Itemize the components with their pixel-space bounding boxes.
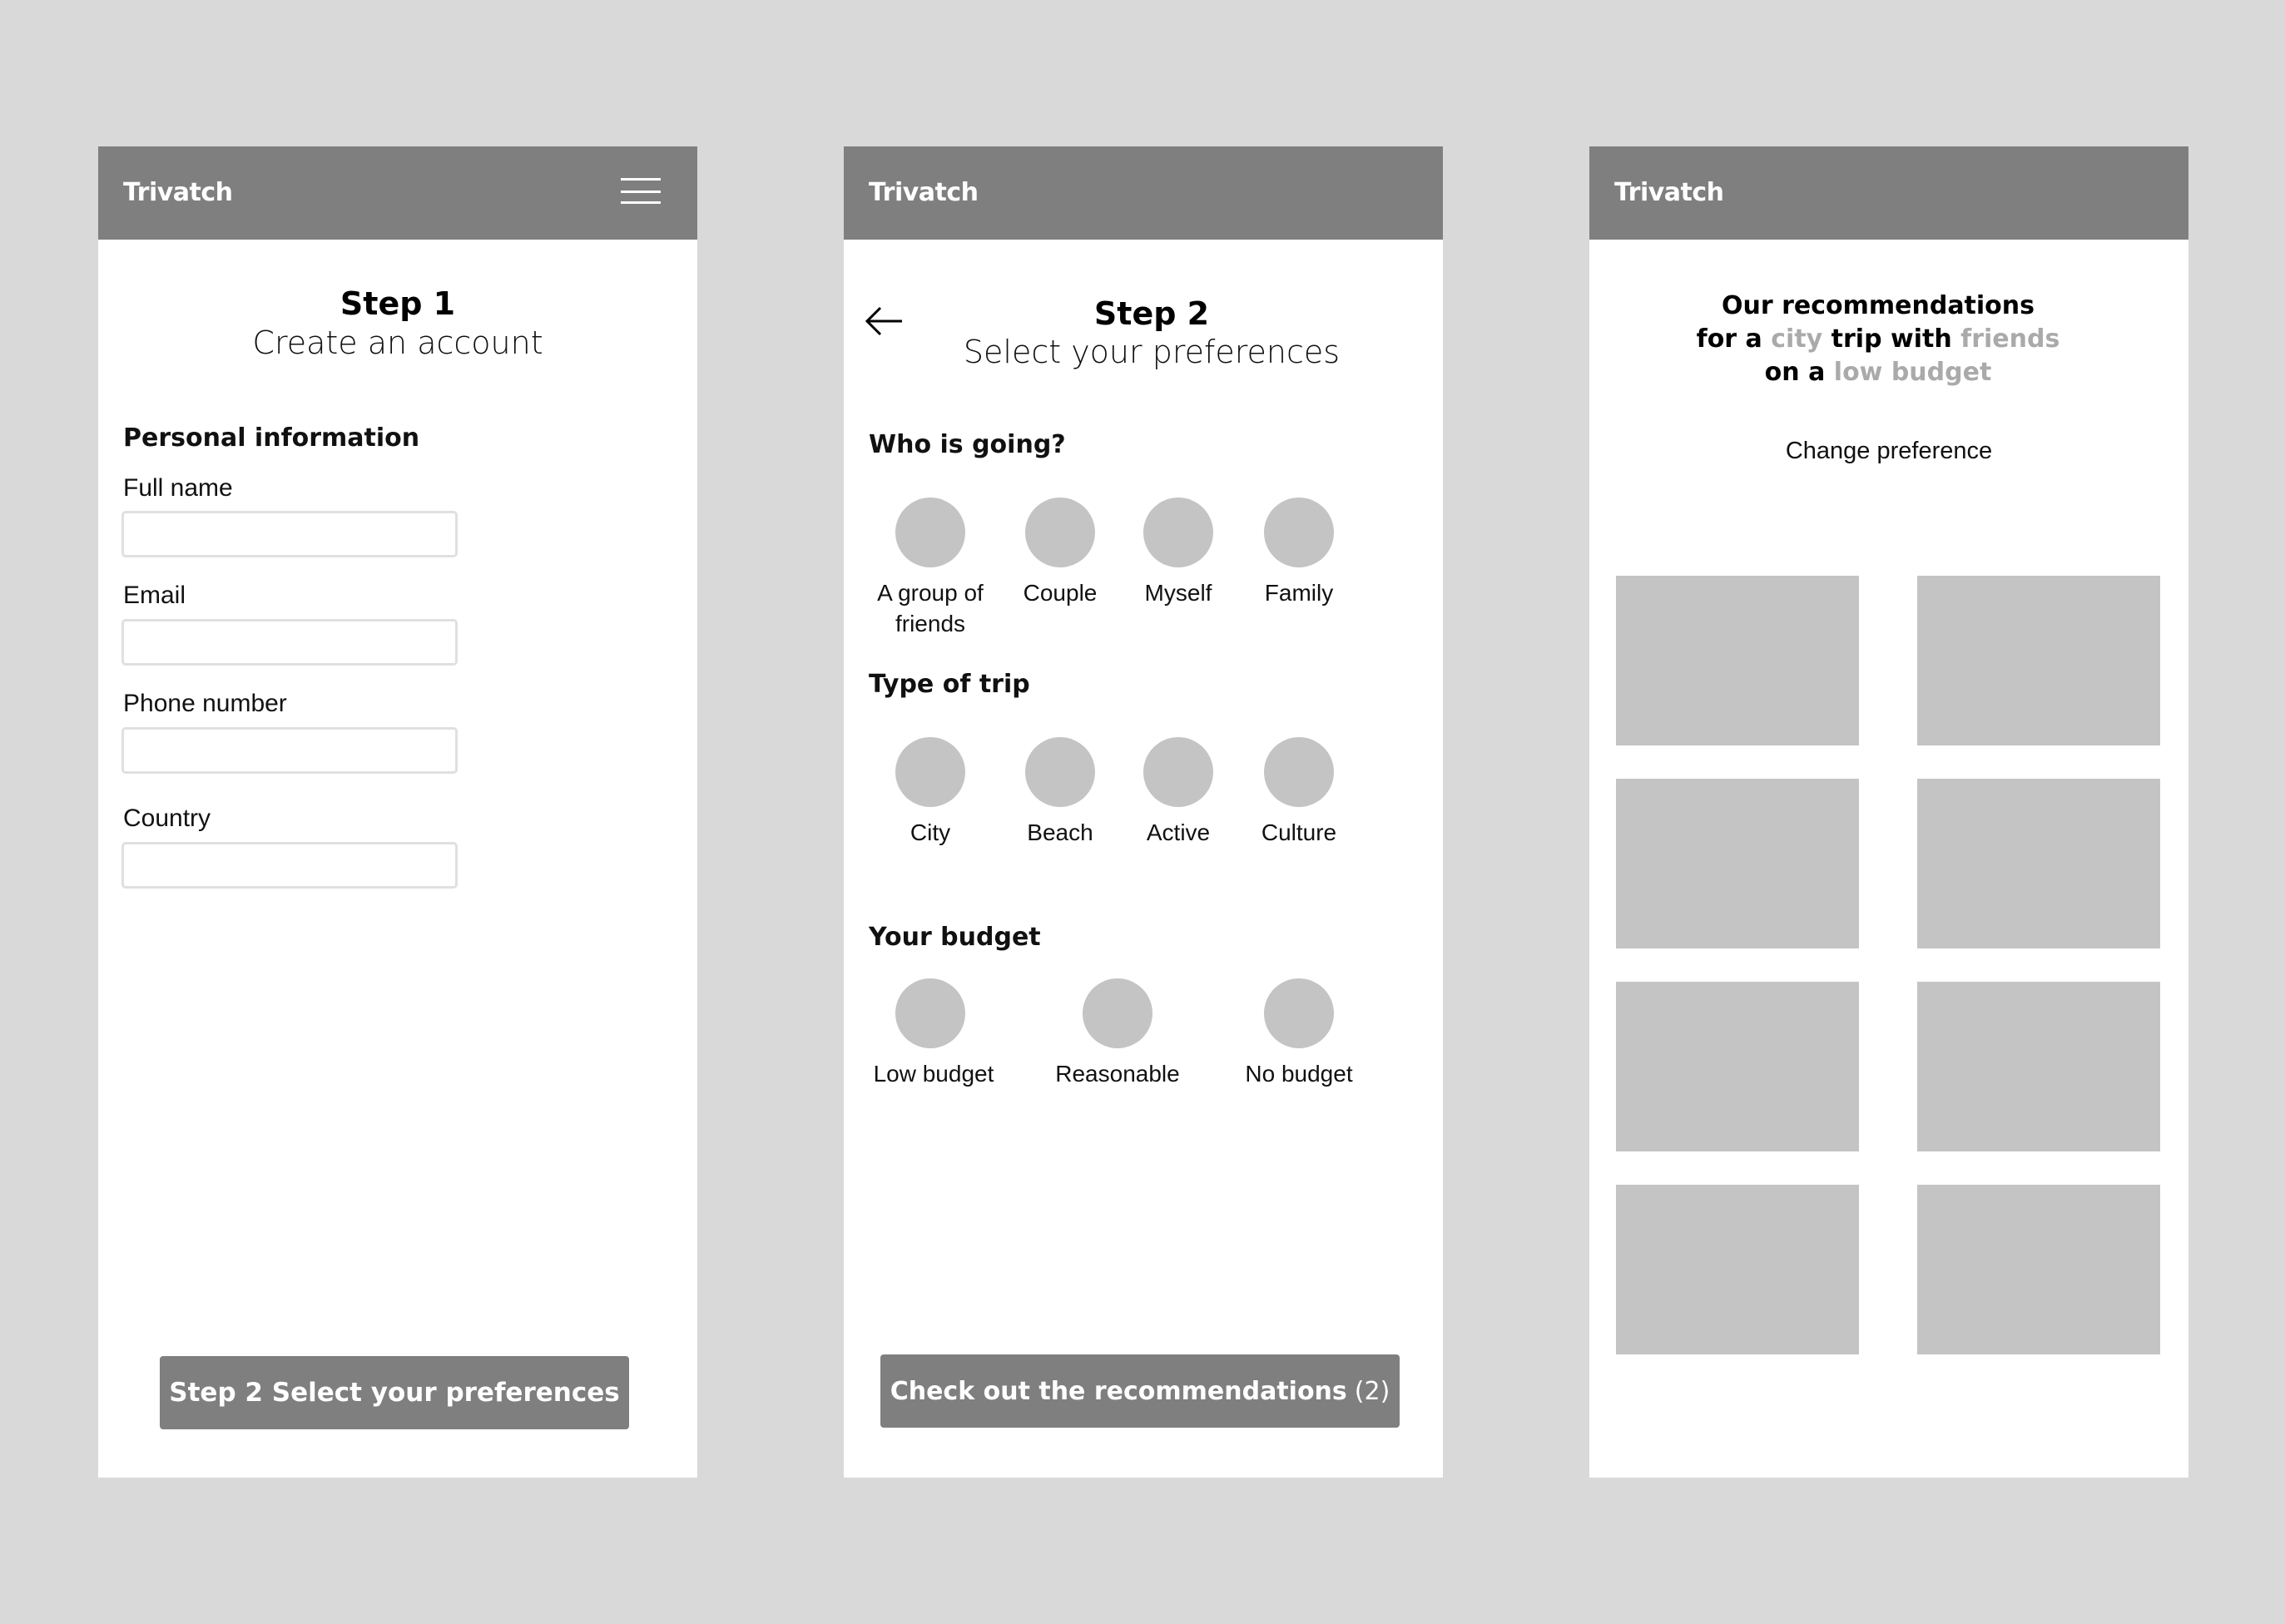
option-group-of-friends[interactable]: A group of friends <box>855 498 1005 639</box>
company-highlight: friends <box>1960 324 2060 354</box>
option-city[interactable]: City <box>855 737 1005 848</box>
button-label: Step 2 Select your preferences <box>169 1378 620 1408</box>
option-reasonable[interactable]: Reasonable <box>1043 978 1192 1089</box>
heading-text: for a <box>1696 324 1762 354</box>
recommendation-card[interactable] <box>1917 982 2160 1151</box>
step-subtitle: Create an account <box>252 324 543 361</box>
app-header: Trivatch <box>844 146 1443 240</box>
option-image-placeholder <box>895 737 965 807</box>
phone-number-label: Phone number <box>123 690 287 717</box>
option-label: No budget <box>1245 1061 1353 1087</box>
budget-highlight: low budget <box>1833 358 1992 387</box>
full-name-label: Full name <box>123 474 233 502</box>
heading-text: trip with <box>1831 324 1952 354</box>
app-header: Trivatch <box>1589 146 2188 240</box>
app-header: Trivatch <box>98 146 697 240</box>
email-label: Email <box>123 582 186 609</box>
recommendation-card[interactable] <box>1917 779 2160 948</box>
option-culture[interactable]: Culture <box>1224 737 1374 848</box>
hamburger-menu-icon[interactable] <box>621 176 661 206</box>
country-input[interactable] <box>121 842 458 889</box>
country-label: Country <box>123 805 211 832</box>
heading-line-1: Our recommendations <box>1721 291 2035 320</box>
option-image-placeholder <box>895 498 965 567</box>
recommendation-card[interactable] <box>1616 1185 1859 1354</box>
option-image-placeholder <box>1025 498 1095 567</box>
heading-line-3: on a low budget <box>1589 356 2167 389</box>
option-label: Culture <box>1261 819 1337 845</box>
option-no-budget[interactable]: No budget <box>1224 978 1374 1089</box>
phone-number-input[interactable] <box>121 727 458 774</box>
option-image-placeholder <box>1264 498 1334 567</box>
selection-count: (2) <box>1354 1376 1390 1406</box>
option-label: Family <box>1264 580 1334 606</box>
step-subtitle: Select your preferences <box>963 334 1341 370</box>
full-name-input[interactable] <box>121 511 458 557</box>
option-image-placeholder <box>1264 737 1334 807</box>
recommendation-card[interactable] <box>1616 779 1859 948</box>
change-preference-link[interactable]: Change preference <box>1589 436 2188 466</box>
screen-select-preferences: Trivatch Step 2 Select your preferences … <box>844 146 1443 1478</box>
brand-logo[interactable]: Trivatch <box>123 178 233 208</box>
trip-type-highlight: city <box>1771 324 1823 354</box>
recommendation-card[interactable] <box>1616 982 1859 1151</box>
option-image-placeholder <box>1264 978 1334 1048</box>
brand-logo[interactable]: Trivatch <box>1614 178 1724 208</box>
recommendations-heading: Our recommendations for a city trip with… <box>1589 290 2167 389</box>
recommendation-card[interactable] <box>1616 576 1859 745</box>
section-title-your-budget: Your budget <box>869 923 1041 952</box>
option-image-placeholder <box>1083 978 1152 1048</box>
button-label: Check out the recommendations <box>890 1376 1347 1406</box>
section-title-personal-information: Personal information <box>123 423 420 453</box>
option-label: Low budget <box>873 1061 994 1087</box>
option-low-budget[interactable]: Low budget <box>859 978 1009 1089</box>
section-title-type-of-trip: Type of trip <box>869 670 1030 699</box>
recommendation-card[interactable] <box>1917 1185 2160 1354</box>
option-label: City <box>910 819 951 845</box>
screen-create-account: Trivatch Step 1 Create an account Person… <box>98 146 697 1478</box>
option-image-placeholder <box>1143 737 1213 807</box>
step-title: Step 1 <box>340 285 456 322</box>
email-input[interactable] <box>121 619 458 666</box>
step-2-select-preferences-button[interactable]: Step 2 Select your preferences <box>160 1356 629 1429</box>
option-image-placeholder <box>895 978 965 1048</box>
option-image-placeholder <box>1143 498 1213 567</box>
heading-line-2: for a city trip with friends <box>1589 323 2167 356</box>
section-title-who-is-going: Who is going? <box>869 430 1066 459</box>
check-out-recommendations-button[interactable]: Check out the recommendations (2) <box>880 1354 1400 1428</box>
step-title: Step 2 <box>1093 295 1210 332</box>
option-label: Reasonable <box>1055 1061 1180 1087</box>
heading-text: on a <box>1764 358 1826 387</box>
option-image-placeholder <box>1025 737 1095 807</box>
recommendation-card[interactable] <box>1917 576 2160 745</box>
screen-recommendations: Trivatch Our recommendations for a city … <box>1589 146 2188 1478</box>
option-label: A group of friends <box>877 580 984 636</box>
brand-logo[interactable]: Trivatch <box>869 178 979 208</box>
option-family[interactable]: Family <box>1224 498 1374 608</box>
